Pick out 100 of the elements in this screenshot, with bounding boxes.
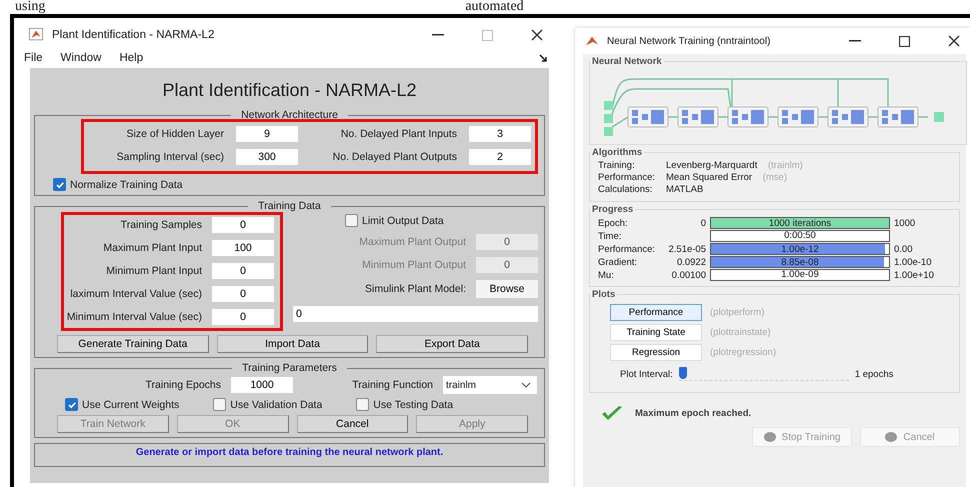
checkbox[interactable]: Use Testing Data	[356, 398, 454, 411]
row-label: Epoch:	[598, 218, 629, 228]
row-label: Calculations:	[598, 184, 654, 196]
field-label: Minimum Interval Value (sec)	[66, 311, 202, 323]
close-icon[interactable]	[948, 35, 960, 47]
field-label: Size of Hidden Layer	[126, 128, 224, 140]
end-value: 1000	[894, 218, 916, 228]
close-icon[interactable]	[531, 29, 543, 41]
slider-label: Plot Interval:	[620, 368, 673, 380]
field-label: Minimum Plant Output	[362, 259, 466, 271]
bar-value: 1.00e-12	[781, 244, 819, 255]
plot-button[interactable]: Training State	[610, 324, 702, 341]
plot-function-name: (plotregression)	[710, 347, 776, 358]
start-value: 2.51e-05	[668, 244, 706, 254]
bar-value: 1000 iterations	[768, 218, 832, 229]
input-field[interactable]: 0	[212, 217, 274, 233]
input-field[interactable]: 3	[469, 126, 531, 142]
model-path-field[interactable]: 0	[293, 306, 538, 322]
window-title: Plant Identification - NARMA-L2	[52, 29, 214, 41]
field-label: laximum Interval Value (sec)	[69, 288, 202, 300]
dock-arrow-icon[interactable]	[539, 54, 547, 62]
plot-function-name: (plottrainstate)	[710, 327, 771, 338]
field-label: Maximum Plant Output	[359, 236, 466, 248]
algorithm-value: Mean Squared Error	[666, 172, 752, 183]
chevron-down-icon	[521, 382, 531, 388]
circle-icon	[764, 432, 776, 442]
algorithm-note: (mse)	[762, 172, 787, 183]
start-value: 0	[700, 218, 706, 228]
group-title: Neural Network	[591, 56, 663, 67]
end-value: 0.00	[894, 244, 912, 254]
field-label: Training Function	[351, 379, 433, 391]
input-field[interactable]: 0	[212, 263, 274, 279]
action-button[interactable]: Generate Training Data	[57, 335, 209, 353]
algorithm-note: (trainlm)	[768, 160, 803, 171]
checkmark-icon	[66, 400, 76, 410]
caption-text: using	[15, 0, 46, 14]
circle-icon	[885, 432, 898, 442]
row-label: Performance:	[598, 172, 656, 184]
slider-reading: 1 epochs	[854, 368, 894, 380]
slider-thumb[interactable]	[678, 367, 687, 379]
app-icon	[585, 35, 599, 47]
minimize-icon[interactable]	[849, 40, 861, 42]
field-label: Maximum Plant Input	[102, 242, 202, 254]
app-icon	[28, 28, 44, 42]
group-title: Network Architecture	[240, 109, 339, 121]
value-box: 0:00:50	[710, 230, 890, 242]
group-title: Plots	[591, 289, 616, 300]
start-value: 0.00100	[672, 270, 706, 280]
plot-button[interactable]: Performance	[610, 304, 702, 321]
plot-button[interactable]: Regression	[610, 344, 702, 361]
end-value: 1.00e+10	[894, 270, 934, 280]
field-label: Minimum Plant Input	[105, 265, 202, 277]
status-message: Generate or import data before training the neural network plant.	[34, 443, 545, 467]
group-title: Training Data	[257, 200, 322, 212]
checkbox[interactable]: Use Current Weights	[65, 398, 180, 411]
input-field[interactable]: 0	[212, 309, 274, 325]
input-field[interactable]: 0	[212, 286, 274, 302]
checkbox[interactable]: Limit Output Data	[345, 214, 538, 227]
checkbox[interactable]: Normalize Training Data	[53, 178, 538, 191]
field-label: Training Samples	[120, 219, 202, 231]
menu-item[interactable]: Window	[60, 52, 102, 64]
window-title: Neural Network Training (nntraintool)	[607, 36, 770, 46]
input-field[interactable]: 2	[469, 149, 531, 165]
plot-function-name: (plotperform)	[710, 307, 764, 318]
caption-text: automated	[465, 0, 524, 14]
row-label: Training:	[598, 160, 636, 172]
input-field[interactable]: 1000	[231, 377, 293, 393]
checkmark-icon	[54, 180, 64, 190]
row-label: Mu:	[598, 270, 615, 280]
algorithm-value: Levenberg-Marquardt	[666, 160, 758, 171]
action-button[interactable]: Import Data	[216, 335, 368, 353]
field-label: No. Delayed Plant Inputs	[340, 128, 457, 140]
checkmark-icon	[601, 405, 623, 421]
end-value: 1.00e-10	[894, 256, 932, 268]
checkbox[interactable]: Use Validation Data	[213, 398, 322, 411]
input-field[interactable]: 9	[236, 126, 298, 142]
field-label: Training Epochs	[144, 379, 221, 391]
minimize-icon[interactable]	[432, 34, 444, 36]
group-title: Training Parameters	[241, 362, 338, 374]
value-box: 1.00e-09	[710, 269, 890, 281]
field-label: No. Delayed Plant Outputs	[332, 151, 457, 163]
group-title: Algorithms	[591, 147, 644, 158]
group-title: Progress	[591, 204, 634, 215]
row-label: Performance:	[598, 244, 656, 254]
row-label: Time:	[598, 230, 622, 242]
action-button[interactable]: Export Data	[376, 335, 528, 353]
menu-item[interactable]: Help	[119, 52, 144, 64]
input-field[interactable]: 100	[212, 240, 274, 256]
field-label: Simulink Plant Model:	[365, 283, 466, 295]
action-button[interactable]: Cancel	[296, 415, 408, 433]
row-label: Gradient:	[598, 256, 638, 268]
dropdown[interactable]: trainlm	[443, 376, 537, 394]
bar-value: 8.85e-08	[781, 257, 819, 268]
maximize-icon[interactable]	[899, 36, 910, 46]
slider-track[interactable]	[678, 367, 849, 381]
status-message: Maximum epoch reached.	[635, 408, 752, 418]
menu-item[interactable]: File	[24, 52, 43, 64]
panel-heading: Plant Identification - NARMA-L2	[161, 79, 418, 102]
input-field[interactable]: 300	[236, 149, 298, 165]
browse-button[interactable]: Browse	[476, 280, 538, 298]
